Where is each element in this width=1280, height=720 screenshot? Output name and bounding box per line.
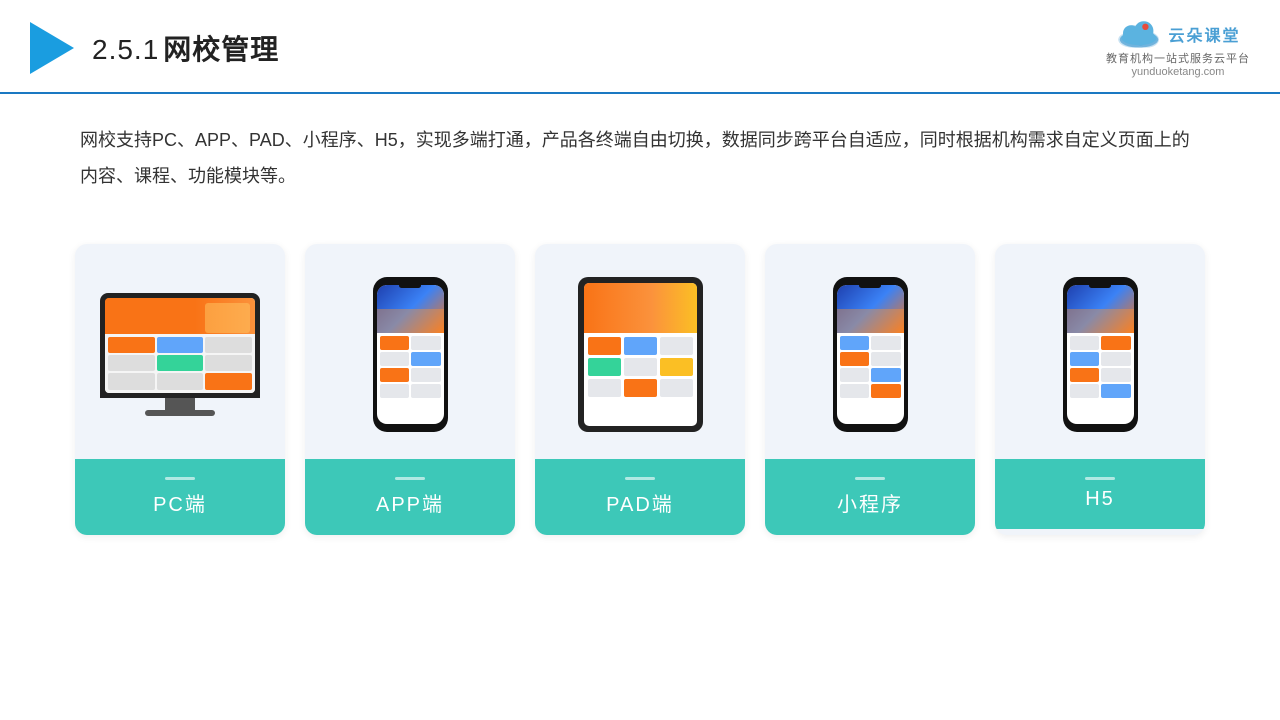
card-image-miniprogram <box>765 244 975 459</box>
card-label-miniprogram: 小程序 <box>765 459 975 535</box>
phone-mockup-h5 <box>1063 277 1138 432</box>
card-pc: PC端 <box>75 244 285 535</box>
logo-sub: 教育机构一站式服务云平台 <box>1106 50 1250 66</box>
tablet-mockup <box>578 277 703 432</box>
card-miniprogram: 小程序 <box>765 244 975 535</box>
cloud-icon <box>1115 18 1163 50</box>
description-text: 网校支持PC、APP、PAD、小程序、H5，实现多端打通，产品各终端自由切换，数… <box>0 94 1280 204</box>
logo-area: 云朵课堂 教育机构一站式服务云平台 yunduoketang.com <box>1106 18 1250 78</box>
header-left: 2.5.1网校管理 <box>30 22 279 74</box>
card-label-app: APP端 <box>305 459 515 535</box>
card-h5: H5 <box>995 244 1205 535</box>
phone-mockup-app <box>373 277 448 432</box>
card-label-pad: PAD端 <box>535 459 745 535</box>
cards-container: PC端 <box>0 214 1280 565</box>
phone-mockup-mini <box>833 277 908 432</box>
play-icon <box>30 22 74 74</box>
card-image-pc <box>75 244 285 459</box>
logo-cloud: 云朵课堂 <box>1115 18 1240 50</box>
page-title: 2.5.1网校管理 <box>92 28 279 68</box>
card-pad: PAD端 <box>535 244 745 535</box>
card-image-h5 <box>995 244 1205 459</box>
header: 2.5.1网校管理 云朵课堂 教育机构一站式服务云平台 yunduoketang… <box>0 0 1280 94</box>
card-app: APP端 <box>305 244 515 535</box>
logo-text: 云朵课堂 <box>1168 22 1240 46</box>
card-label-h5: H5 <box>995 459 1205 529</box>
pc-mockup <box>100 293 260 416</box>
card-label-pc: PC端 <box>75 459 285 535</box>
logo-url: yunduoketang.com <box>1132 66 1225 78</box>
card-image-app <box>305 244 515 459</box>
card-image-pad <box>535 244 745 459</box>
